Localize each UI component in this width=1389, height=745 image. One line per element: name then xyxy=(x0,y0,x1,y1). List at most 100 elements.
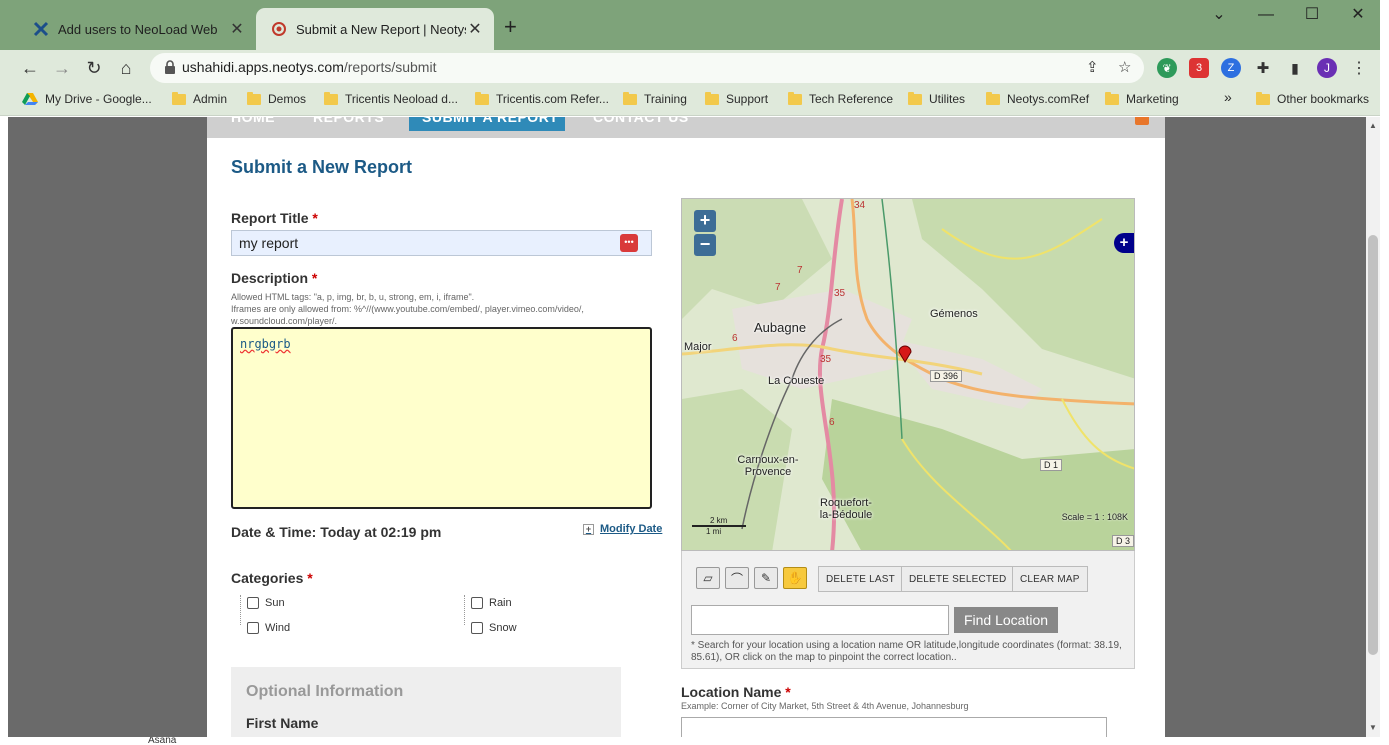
nav-reports[interactable]: REPORTS xyxy=(313,117,384,125)
share-icon[interactable]: ⇪ xyxy=(1086,58,1099,76)
tab-title: Submit a New Report | Neotys U xyxy=(296,21,466,37)
draw-point-icon[interactable]: ✎ xyxy=(754,567,778,589)
description-textarea[interactable]: nrgbgrb xyxy=(231,327,652,509)
bookmark-folder[interactable]: Neotys.comRef xyxy=(986,91,1089,106)
category-tree-line xyxy=(464,595,465,625)
extension-z-icon[interactable]: Z xyxy=(1221,58,1241,78)
clear-map-button[interactable]: CLEAR MAP xyxy=(1012,566,1088,592)
delete-last-button[interactable]: DELETE LAST xyxy=(818,566,903,592)
extension-red-icon[interactable]: 3 xyxy=(1189,58,1209,78)
plus-icon: + xyxy=(583,523,594,535)
checkbox[interactable] xyxy=(471,622,483,634)
bookmark-folder[interactable]: Training xyxy=(623,91,687,106)
folder-icon xyxy=(623,91,637,105)
side-panel-icon[interactable]: ▮ xyxy=(1285,58,1305,78)
draw-line-icon[interactable]: ⌒ xyxy=(725,567,749,589)
close-window-icon[interactable]: ✕ xyxy=(1335,4,1381,26)
address-bar[interactable]: ushahidi.apps.neotys.com/reports/submit … xyxy=(150,53,1144,83)
new-tab-icon[interactable]: + xyxy=(504,14,517,40)
scrollbar-thumb[interactable] xyxy=(1368,235,1378,655)
nav-home[interactable]: HOME xyxy=(231,117,275,125)
find-location-input[interactable] xyxy=(691,605,949,635)
bookmark-folder[interactable]: Tech Reference xyxy=(788,91,893,106)
folder-icon xyxy=(1256,91,1270,105)
category-wind[interactable]: Wind xyxy=(247,622,290,634)
bookmark-star-icon[interactable]: ☆ xyxy=(1118,58,1131,76)
layer-switcher-icon[interactable]: + xyxy=(1114,233,1134,253)
location-name-input[interactable] xyxy=(681,717,1107,737)
folder-icon xyxy=(247,91,261,105)
map-place-label: Gémenos xyxy=(930,308,978,320)
close-tab-icon[interactable]: ✕ xyxy=(466,19,484,39)
reload-icon[interactable]: ↻ xyxy=(81,55,107,81)
url-text: ushahidi.apps.neotys.com/reports/submit xyxy=(182,59,437,75)
nav-submit-report[interactable]: SUBMIT A REPORT xyxy=(422,117,558,125)
checkbox[interactable] xyxy=(471,597,483,609)
map-controls-panel: ▱ ⌒ ✎ ✋ DELETE LAST DELETE SELECTED CLEA… xyxy=(681,551,1135,669)
pan-hand-icon[interactable]: ✋ xyxy=(783,567,807,589)
page-viewport: HOME REPORTS SUBMIT A REPORT CONTACT US … xyxy=(8,117,1366,737)
more-bookmarks-chevron[interactable]: » xyxy=(1224,89,1232,105)
tab-search-chevron-icon[interactable]: ⌄ xyxy=(1196,4,1242,26)
bookmarks-bar: My Drive - Google... Admin Demos Tricent… xyxy=(0,86,1389,116)
checkbox[interactable] xyxy=(247,622,259,634)
location-map[interactable]: + − + Aubagne Gémenos Major La Coueste C… xyxy=(681,198,1135,551)
optional-information-panel: Optional Information First Name xyxy=(231,667,621,737)
home-icon[interactable]: ⌂ xyxy=(113,55,139,81)
map-place-label: La Coueste xyxy=(768,375,825,387)
map-place-label: Roquefort-la-Bédoule xyxy=(819,497,873,521)
nav-contact-us[interactable]: CONTACT US xyxy=(593,117,689,125)
bookmark-folder[interactable]: Marketing xyxy=(1105,91,1179,106)
page-scrollbar[interactable]: ▲ ▼ xyxy=(1366,117,1380,737)
lock-icon xyxy=(165,60,175,74)
profile-avatar[interactable]: J xyxy=(1317,58,1337,78)
bookmark-folder[interactable]: Admin xyxy=(172,91,227,106)
extension-leaf-icon[interactable]: ❦ xyxy=(1157,58,1177,78)
category-snow[interactable]: Snow xyxy=(471,622,517,634)
folder-icon xyxy=(172,91,186,105)
date-time-label: Date & Time: Today at 02:19 pm xyxy=(231,524,442,540)
zoom-in-button[interactable]: + xyxy=(694,210,716,232)
category-sun[interactable]: Sun xyxy=(247,597,285,609)
bookmark-folder[interactable]: Utilites xyxy=(908,91,965,106)
extensions-puzzle-icon[interactable]: ✚ xyxy=(1253,58,1273,78)
password-manager-icon[interactable]: ••• xyxy=(620,234,638,252)
browser-toolbar: ← → ↻ ⌂ ushahidi.apps.neotys.com/reports… xyxy=(0,50,1389,86)
rss-icon[interactable] xyxy=(1135,117,1149,125)
back-icon[interactable]: ← xyxy=(17,55,43,81)
folder-icon xyxy=(908,91,922,105)
maximize-icon[interactable]: ☐ xyxy=(1289,4,1335,26)
map-tiles xyxy=(682,199,1134,550)
bookmark-folder[interactable]: Support xyxy=(705,91,768,106)
location-name-label: Location Name * xyxy=(681,684,791,700)
browser-menu-icon[interactable]: ⋮ xyxy=(1349,58,1369,78)
optional-information-title: Optional Information xyxy=(246,683,404,700)
checkbox[interactable] xyxy=(247,597,259,609)
forward-icon[interactable]: → xyxy=(49,55,75,81)
category-rain[interactable]: Rain xyxy=(471,597,512,609)
map-place-label: Major xyxy=(684,341,712,353)
map-route-number: 6 xyxy=(829,417,835,428)
modify-date-link[interactable]: + Modify Date xyxy=(583,523,662,535)
draw-polygon-icon[interactable]: ▱ xyxy=(696,567,720,589)
map-road-label: D 3 xyxy=(1112,535,1134,547)
tab-neoload-web[interactable]: Add users to NeoLoad Web ✕ xyxy=(18,8,256,50)
report-title-input[interactable]: my report xyxy=(231,230,652,256)
report-title-label: Report Title * xyxy=(231,210,318,226)
zoom-out-button[interactable]: − xyxy=(694,234,716,256)
scroll-down-icon[interactable]: ▼ xyxy=(1369,723,1377,732)
close-tab-icon[interactable]: ✕ xyxy=(228,19,246,39)
bookmark-my-drive[interactable]: My Drive - Google... xyxy=(22,92,152,106)
bookmark-folder[interactable]: Tricentis Neoload d... xyxy=(324,91,458,106)
bookmark-folder[interactable]: Demos xyxy=(247,91,306,106)
bookmark-folder[interactable]: Tricentis.com Refer... xyxy=(475,91,609,106)
map-road-label: D 396 xyxy=(930,370,963,382)
find-location-button[interactable]: Find Location xyxy=(954,607,1058,633)
scroll-up-icon[interactable]: ▲ xyxy=(1369,121,1377,130)
minimize-icon[interactable]: — xyxy=(1243,4,1289,26)
categories-label: Categories * xyxy=(231,570,313,586)
ushahidi-favicon-icon xyxy=(270,20,288,38)
delete-selected-button[interactable]: DELETE SELECTED xyxy=(901,566,1015,592)
other-bookmarks[interactable]: Other bookmarks xyxy=(1256,91,1369,106)
tab-submit-report[interactable]: Submit a New Report | Neotys U ✕ xyxy=(256,8,494,50)
